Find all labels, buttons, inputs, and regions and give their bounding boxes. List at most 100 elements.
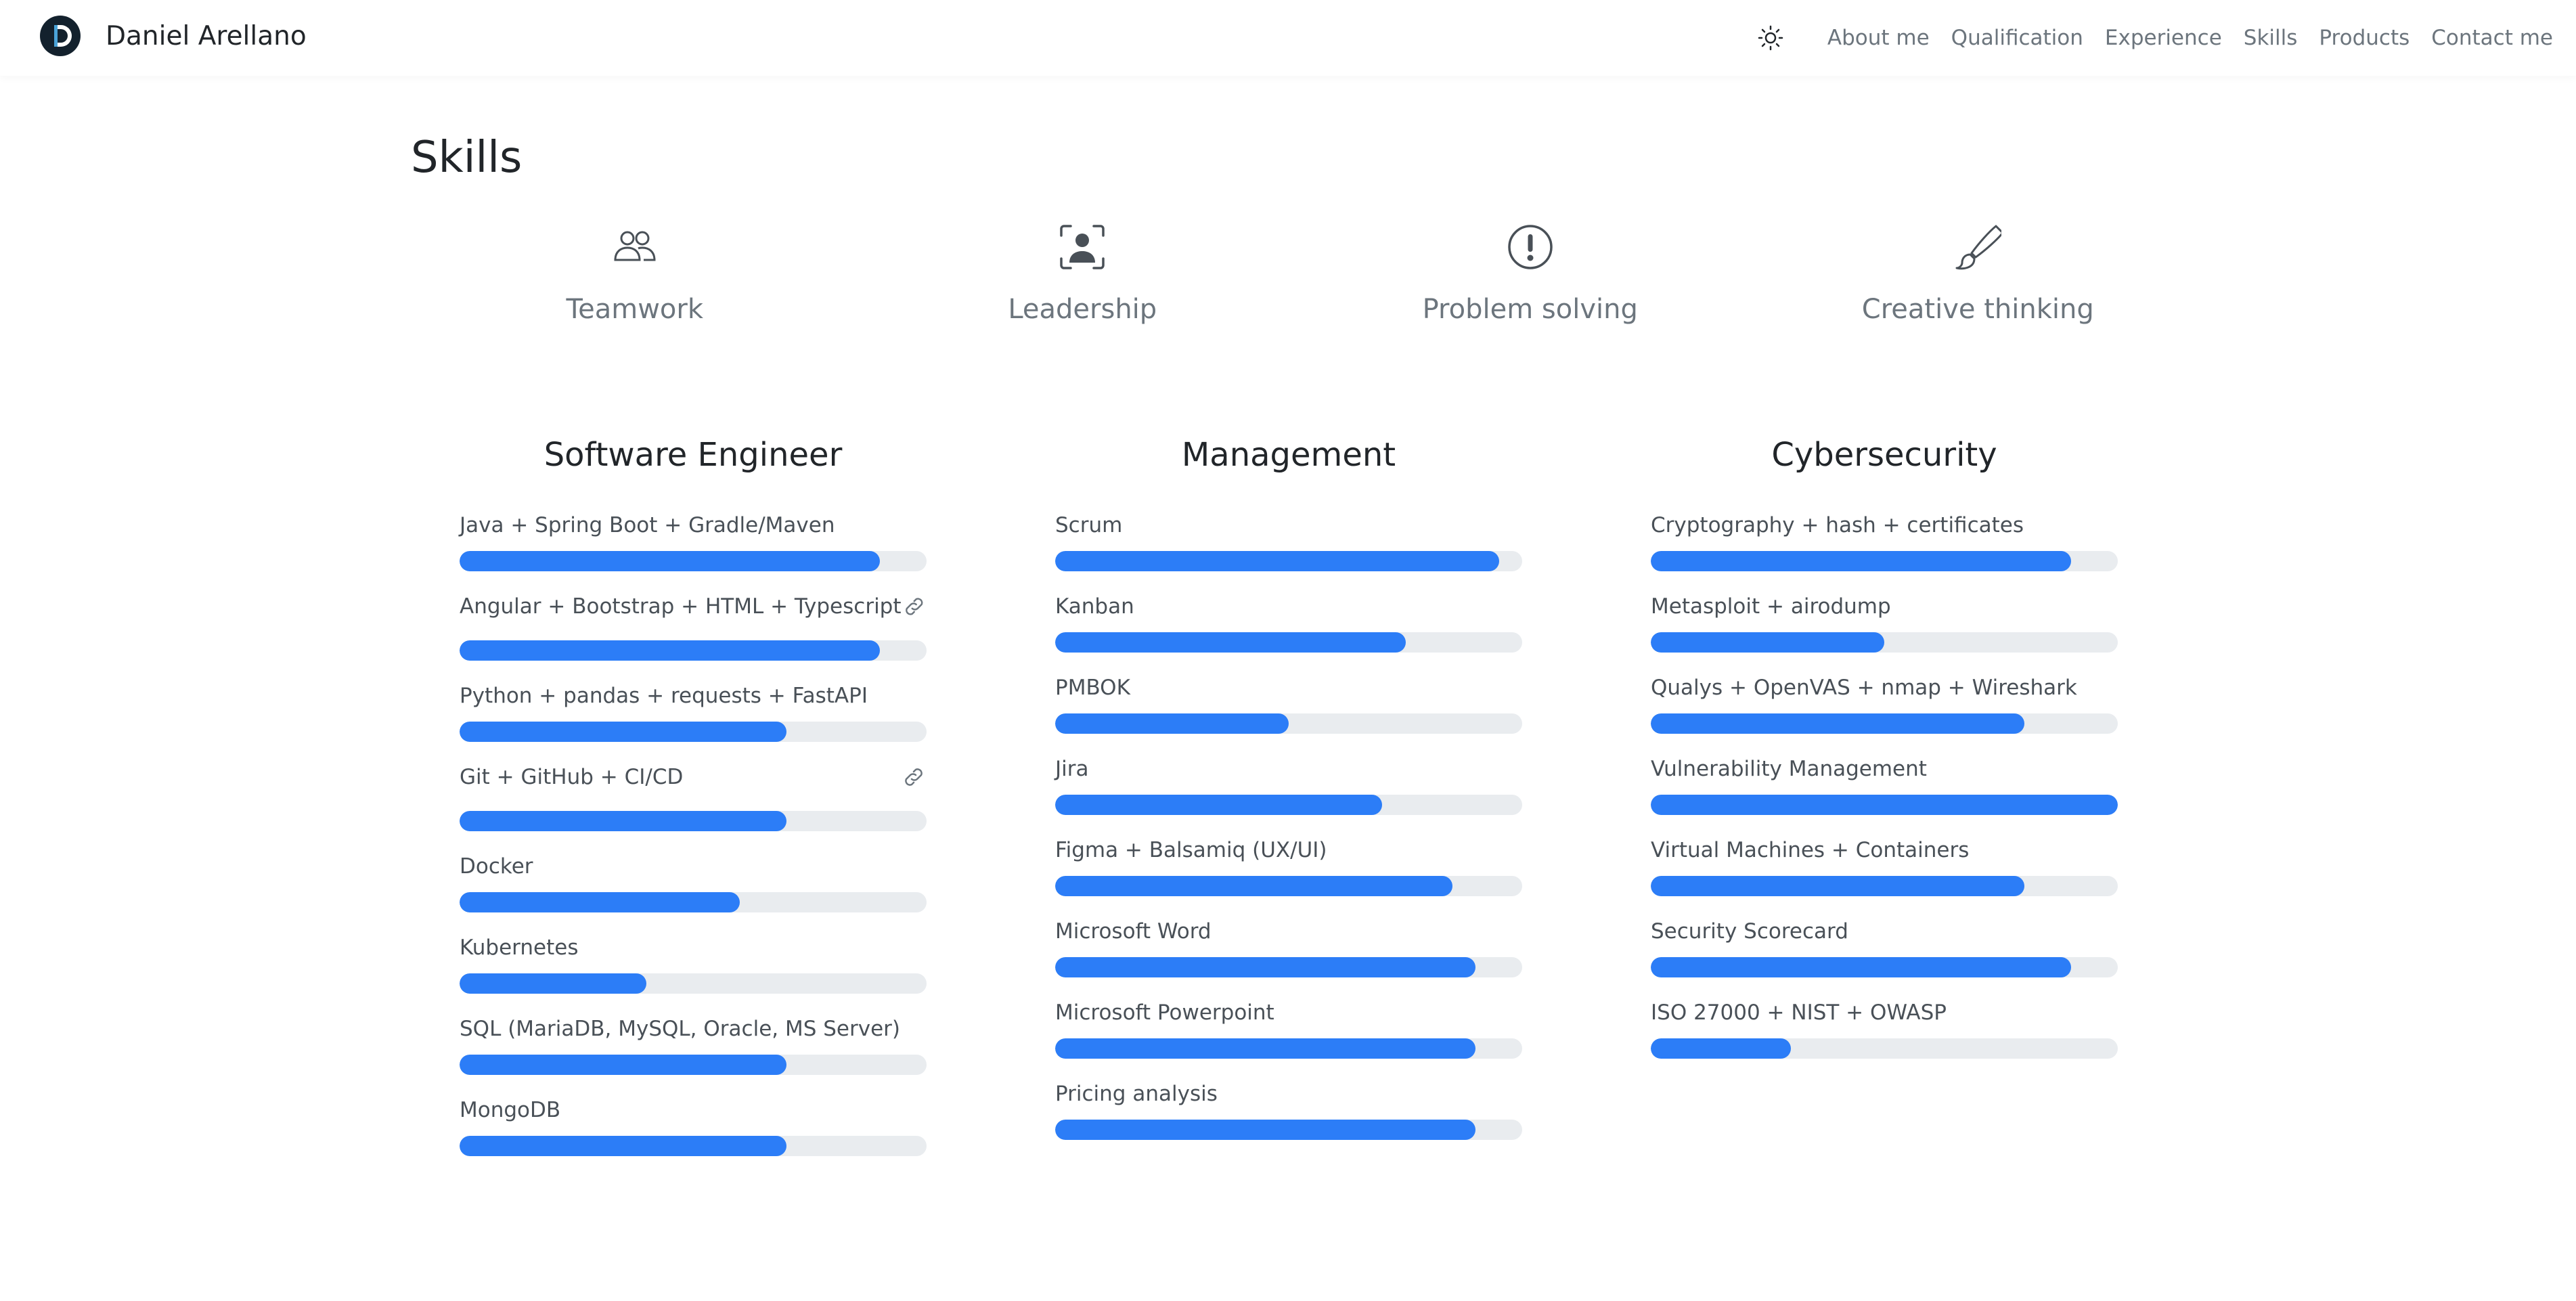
nav-link-qualification[interactable]: Qualification bbox=[1951, 26, 2083, 50]
skill-progress-fill bbox=[1055, 876, 1452, 896]
skill-label: ISO 27000 + NIST + OWASP bbox=[1651, 1000, 1947, 1025]
skill-item: Git + GitHub + CI/CD bbox=[460, 761, 927, 850]
nav-link-skills[interactable]: Skills bbox=[2244, 26, 2298, 50]
skill-label: Metasploit + airodump bbox=[1651, 594, 1891, 619]
person-focus-icon bbox=[1060, 225, 1105, 269]
nav-link-contact[interactable]: Contact me bbox=[2431, 26, 2553, 50]
skill-label: Docker bbox=[460, 854, 533, 879]
skill-progress-fill bbox=[460, 1055, 786, 1075]
skill-label: Security Scorecard bbox=[1651, 919, 1848, 944]
soft-skill-label: Teamwork bbox=[566, 294, 704, 325]
skill-item: Angular + Bootstrap + HTML + Typescript bbox=[460, 590, 927, 680]
skill-progress-bar bbox=[460, 811, 927, 831]
skill-item: SQL (MariaDB, MySQL, Oracle, MS Server) bbox=[460, 1013, 927, 1094]
nav-link-about[interactable]: About me bbox=[1827, 26, 1930, 50]
skill-progress-fill bbox=[1055, 551, 1499, 571]
skill-label: Git + GitHub + CI/CD bbox=[460, 765, 684, 789]
soft-skill-teamwork: Teamwork bbox=[411, 223, 859, 325]
column-management: Management Scrum Kanban PMBOK Jira Figma… bbox=[1055, 431, 1522, 1159]
skill-progress-bar bbox=[1651, 632, 2118, 653]
brand-link[interactable]: Daniel Arellano bbox=[39, 15, 307, 57]
skill-item: Scrum bbox=[1055, 509, 1522, 590]
skill-progress-fill bbox=[1651, 551, 2071, 571]
skill-progress-fill bbox=[460, 973, 646, 994]
skill-item: Kanban bbox=[1055, 590, 1522, 671]
skill-progress-fill bbox=[1055, 713, 1289, 734]
link-icon[interactable] bbox=[901, 764, 927, 790]
skill-label: Kanban bbox=[1055, 594, 1134, 619]
skill-label: Qualys + OpenVAS + nmap + Wireshark bbox=[1651, 676, 2077, 700]
skill-item: Metasploit + airodump bbox=[1651, 590, 2118, 671]
skill-progress-fill bbox=[1651, 713, 2024, 734]
exclamation-circle-icon bbox=[1508, 225, 1553, 269]
skill-progress-bar bbox=[1651, 1038, 2118, 1059]
skill-progress-fill bbox=[1055, 957, 1475, 977]
skill-item: Figma + Balsamiq (UX/UI) bbox=[1055, 834, 1522, 915]
skill-progress-bar bbox=[460, 722, 927, 742]
skill-label: Cryptography + hash + certificates bbox=[1651, 513, 2024, 537]
skill-progress-bar bbox=[1651, 795, 2118, 815]
skill-item: Qualys + OpenVAS + nmap + Wireshark bbox=[1651, 671, 2118, 753]
skill-item: ISO 27000 + NIST + OWASP bbox=[1651, 996, 2118, 1078]
column-title: Cybersecurity bbox=[1771, 436, 1997, 474]
skill-progress-bar bbox=[460, 973, 927, 994]
skill-progress-bar bbox=[460, 1136, 927, 1156]
soft-skills-row: Teamwork Leadership Problem solving Crea… bbox=[411, 223, 2202, 325]
skill-list: Scrum Kanban PMBOK Jira Figma + Balsamiq… bbox=[1055, 509, 1522, 1159]
skill-progress-bar bbox=[460, 892, 927, 912]
soft-skill-label: Creative thinking bbox=[1861, 294, 2094, 325]
skill-label: Angular + Bootstrap + HTML + Typescript bbox=[460, 594, 902, 619]
skill-label: Java + Spring Boot + Gradle/Maven bbox=[460, 513, 835, 537]
skill-columns: Software Engineer Java + Spring Boot + G… bbox=[0, 431, 2576, 1243]
skill-progress-fill bbox=[460, 811, 786, 831]
skill-progress-bar bbox=[1055, 957, 1522, 977]
skill-progress-bar bbox=[460, 551, 927, 571]
skill-progress-fill bbox=[460, 892, 740, 912]
top-navbar: Daniel Arellano About me Qualification E… bbox=[0, 0, 2576, 76]
section-title: Skills bbox=[411, 133, 523, 183]
skill-progress-fill bbox=[460, 551, 880, 571]
skill-label: Vulnerability Management bbox=[1651, 757, 1927, 781]
skill-progress-fill bbox=[460, 1136, 786, 1156]
brush-icon bbox=[1955, 225, 2002, 270]
skill-item: Kubernetes bbox=[460, 931, 927, 1013]
skill-item: Pricing analysis bbox=[1055, 1078, 1522, 1159]
skill-progress-bar bbox=[1055, 632, 1522, 653]
skill-progress-fill bbox=[1651, 795, 2118, 815]
skill-progress-bar bbox=[1055, 551, 1522, 571]
skill-progress-bar bbox=[1055, 876, 1522, 896]
soft-skill-problem-solving: Problem solving bbox=[1306, 223, 1754, 325]
skill-progress-bar bbox=[1055, 795, 1522, 815]
skill-item: PMBOK bbox=[1055, 671, 1522, 753]
skill-item: Python + pandas + requests + FastAPI bbox=[460, 680, 927, 761]
skill-label: Microsoft Powerpoint bbox=[1055, 1000, 1274, 1025]
nav-link-products[interactable]: Products bbox=[2319, 26, 2410, 50]
skill-label: PMBOK bbox=[1055, 676, 1130, 700]
link-icon[interactable] bbox=[902, 594, 927, 619]
skill-item: MongoDB bbox=[460, 1094, 927, 1175]
skill-progress-fill bbox=[1055, 1120, 1475, 1140]
skill-label: Jira bbox=[1055, 757, 1089, 781]
skill-item: Jira bbox=[1055, 753, 1522, 834]
skill-progress-bar bbox=[460, 640, 927, 661]
soft-skill-label: Leadership bbox=[1008, 294, 1157, 325]
skill-progress-fill bbox=[1651, 1038, 1791, 1059]
column-title: Management bbox=[1181, 436, 1396, 474]
soft-skill-creative-thinking: Creative thinking bbox=[1754, 223, 2202, 325]
skill-label: Figma + Balsamiq (UX/UI) bbox=[1055, 838, 1327, 862]
skill-item: Security Scorecard bbox=[1651, 915, 2118, 996]
skill-progress-fill bbox=[1055, 795, 1382, 815]
skill-item: Microsoft Powerpoint bbox=[1055, 996, 1522, 1078]
nav-menu: About me Qualification Experience Skills… bbox=[1754, 0, 2576, 76]
soft-skill-label: Problem solving bbox=[1422, 294, 1638, 325]
skill-progress-fill bbox=[1055, 1038, 1475, 1059]
theme-toggle-button[interactable] bbox=[1754, 22, 1787, 54]
column-software-engineer: Software Engineer Java + Spring Boot + G… bbox=[460, 431, 927, 1175]
skill-label: Microsoft Word bbox=[1055, 919, 1212, 944]
skill-label: Kubernetes bbox=[460, 935, 579, 960]
skill-item: Microsoft Word bbox=[1055, 915, 1522, 996]
nav-link-experience[interactable]: Experience bbox=[2105, 26, 2222, 50]
soft-skill-leadership: Leadership bbox=[859, 223, 1307, 325]
skill-progress-bar bbox=[1055, 1038, 1522, 1059]
skill-progress-bar bbox=[1651, 957, 2118, 977]
